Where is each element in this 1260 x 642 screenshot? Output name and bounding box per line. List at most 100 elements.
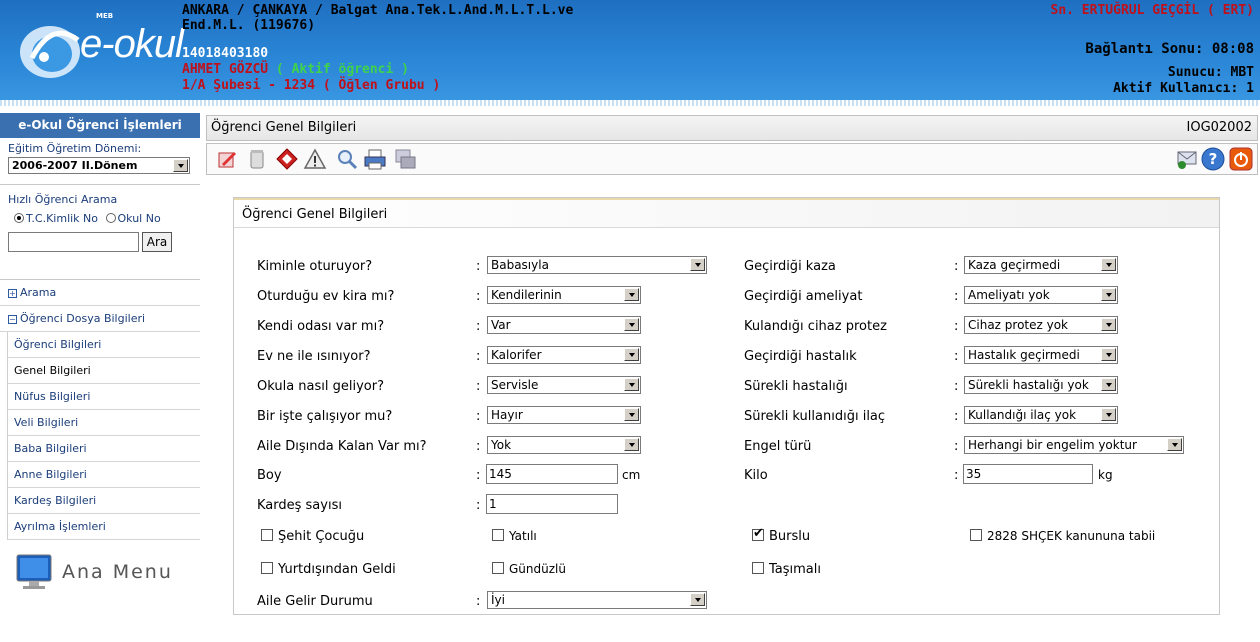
field-label-cihaz-protez: Kulandığı cihaz protez (744, 319, 887, 334)
chevron-down-icon[interactable] (1101, 378, 1116, 391)
checkbox-label: Taşımalı (769, 562, 821, 577)
term-select[interactable]: 2006-2007 II.Dönem (8, 157, 190, 174)
sidebar-item-ogrenci-bilgileri[interactable]: Öğrenci Bilgileri (7, 332, 200, 358)
select-kendi-odasi[interactable]: Var (487, 316, 641, 334)
clear-icon[interactable] (275, 147, 299, 171)
select-value: Servisle (491, 378, 539, 392)
quick-search-input[interactable] (8, 232, 139, 252)
page-titlebar: Öğrenci Genel Bilgileri IOG02002 (206, 115, 1258, 141)
select-engel-turu[interactable]: Herhangi bir engelim yoktur (964, 436, 1184, 454)
checkbox-yatili[interactable]: Yatılı (492, 529, 537, 543)
ana-menu-link[interactable]: Ana Menu (0, 540, 200, 592)
chevron-down-icon[interactable] (624, 348, 639, 361)
checkbox-box[interactable] (261, 529, 273, 541)
checkbox-label: Burslu (769, 529, 811, 544)
radio-tc-kimlik[interactable] (14, 213, 24, 223)
chevron-down-icon[interactable] (624, 318, 639, 331)
colon: : (476, 439, 481, 454)
chevron-down-icon[interactable] (624, 288, 639, 301)
checkbox-box[interactable] (970, 529, 982, 541)
select-kiminle[interactable]: Babasıyla (487, 256, 707, 274)
radio-okul-no[interactable] (105, 213, 116, 223)
colon: : (476, 319, 481, 334)
select-ameliyat[interactable]: Ameliyatı yok (964, 286, 1118, 304)
field-label-gelir-durumu: Aile Gelir Durumu (257, 594, 373, 609)
select-value: Sürekli hastalığı yok (968, 378, 1089, 392)
student-name: AHMET GÖZCÜ (182, 62, 269, 77)
select-iste-calisma[interactable]: Hayır (487, 406, 641, 424)
chevron-down-icon[interactable] (690, 593, 705, 606)
warning-icon[interactable] (303, 147, 327, 171)
chevron-down-icon[interactable] (1101, 318, 1116, 331)
field-label-ev-kira: Oturduğu ev kira mı? (257, 289, 395, 304)
chevron-down-icon[interactable] (624, 438, 639, 451)
server-info: Sunucu: MBT (1167, 65, 1254, 80)
sidebar: e-Okul Öğrenci İşlemleri Eğitim Öğretim … (0, 113, 200, 642)
chevron-down-icon[interactable] (1167, 438, 1182, 451)
chevron-down-icon[interactable] (624, 378, 639, 391)
delete-icon[interactable] (245, 147, 269, 171)
sidebar-item-genel-bilgileri[interactable]: Genel Bilgileri (7, 358, 200, 384)
input-boy[interactable]: 145 (486, 464, 618, 484)
select-value: Herhangi bir engelim yoktur (968, 438, 1137, 452)
student-status: ( Aktif öğrenci ) (275, 62, 409, 77)
input-kilo[interactable]: 35 (963, 464, 1093, 484)
field-label-kardes-sayisi: Kardeş sayısı (257, 498, 342, 513)
select-isinma[interactable]: Kalorifer (487, 346, 641, 364)
select-ilac[interactable]: Kullandığı ilaç yok (964, 406, 1118, 424)
chevron-down-icon[interactable] (1101, 408, 1116, 421)
checkbox-yurtdisindan[interactable]: Yurtdışından Geldi (261, 562, 396, 577)
checkbox-box-checked[interactable] (752, 526, 764, 541)
field-label-kiminle: Kiminle oturuyor? (257, 259, 373, 274)
checkbox-tasimali[interactable]: Taşımalı (752, 562, 821, 577)
select-value: Hastalık geçirmedi (968, 348, 1080, 362)
select-kaza[interactable]: Kaza geçirmedi (964, 256, 1118, 274)
input-kardes-sayisi[interactable]: 1 (486, 494, 618, 514)
chevron-down-icon[interactable] (1101, 348, 1116, 361)
sidebar-item-nufus-bilgileri[interactable]: Nüfus Bilgileri (7, 384, 200, 410)
help-icon[interactable]: ? (1201, 147, 1225, 171)
chevron-down-icon[interactable] (1101, 258, 1116, 271)
checkbox-box[interactable] (752, 562, 764, 574)
sidebar-item-anne-bilgileri[interactable]: Anne Bilgileri (7, 462, 200, 488)
edit-icon[interactable] (215, 147, 239, 171)
checkbox-burslu[interactable]: Burslu (752, 526, 811, 544)
colon: : (954, 409, 959, 424)
select-hastalik[interactable]: Hastalık geçirmedi (964, 346, 1118, 364)
checkbox-box[interactable] (261, 562, 273, 574)
chevron-down-icon[interactable] (624, 408, 639, 421)
sidebar-item-ogrenci-dosya[interactable]: − Öğrenci Dosya Bilgileri (0, 306, 200, 332)
logo-small-text: MEB (96, 12, 114, 20)
header-stripe (0, 100, 1260, 106)
checkbox-2828-shcek[interactable]: 2828 SHÇEK kanununa tabii (970, 529, 1155, 543)
select-okula-gelis[interactable]: Servisle (487, 376, 641, 394)
select-cihaz-protez[interactable]: Cihaz protez yok (964, 316, 1118, 334)
transfer-icon[interactable] (393, 147, 417, 171)
checkbox-box[interactable] (492, 529, 504, 541)
checkbox-gunduzlu[interactable]: Gündüzlü (492, 562, 566, 576)
print-icon[interactable] (363, 147, 387, 171)
preview-icon[interactable] (335, 147, 359, 171)
exit-icon[interactable] (1229, 147, 1253, 171)
sidebar-item-arama[interactable]: + Arama (0, 280, 200, 306)
checkbox-label: Yurtdışından Geldi (278, 562, 396, 577)
sidebar-item-ayrilma-islemleri[interactable]: Ayrılma İşlemleri (7, 514, 200, 540)
select-gelir-durumu[interactable]: İyi (487, 591, 707, 609)
chevron-down-icon[interactable] (1101, 288, 1116, 301)
select-surekli-hastalik[interactable]: Sürekli hastalığı yok (964, 376, 1118, 394)
messages-icon[interactable] (1175, 147, 1199, 171)
select-ev-kira[interactable]: Kendilerinin (487, 286, 641, 304)
school-line-2: End.M.L. (119676) (182, 18, 316, 33)
sidebar-item-kardes-bilgileri[interactable]: Kardeş Bilgileri (7, 488, 200, 514)
toolbar: ? (206, 143, 1258, 175)
expand-icon[interactable]: + (8, 289, 17, 298)
checkbox-box[interactable] (492, 562, 504, 574)
chevron-down-icon[interactable] (173, 159, 188, 172)
checkbox-sehit-cocugu[interactable]: Şehit Çocuğu (261, 529, 364, 544)
sidebar-item-baba-bilgileri[interactable]: Baba Bilgileri (7, 436, 200, 462)
chevron-down-icon[interactable] (690, 258, 705, 271)
collapse-icon[interactable]: − (8, 315, 17, 324)
search-button[interactable]: Ara (142, 232, 172, 252)
select-aile-disinda[interactable]: Yok (487, 436, 641, 454)
sidebar-item-veli-bilgileri[interactable]: Veli Bilgileri (7, 410, 200, 436)
